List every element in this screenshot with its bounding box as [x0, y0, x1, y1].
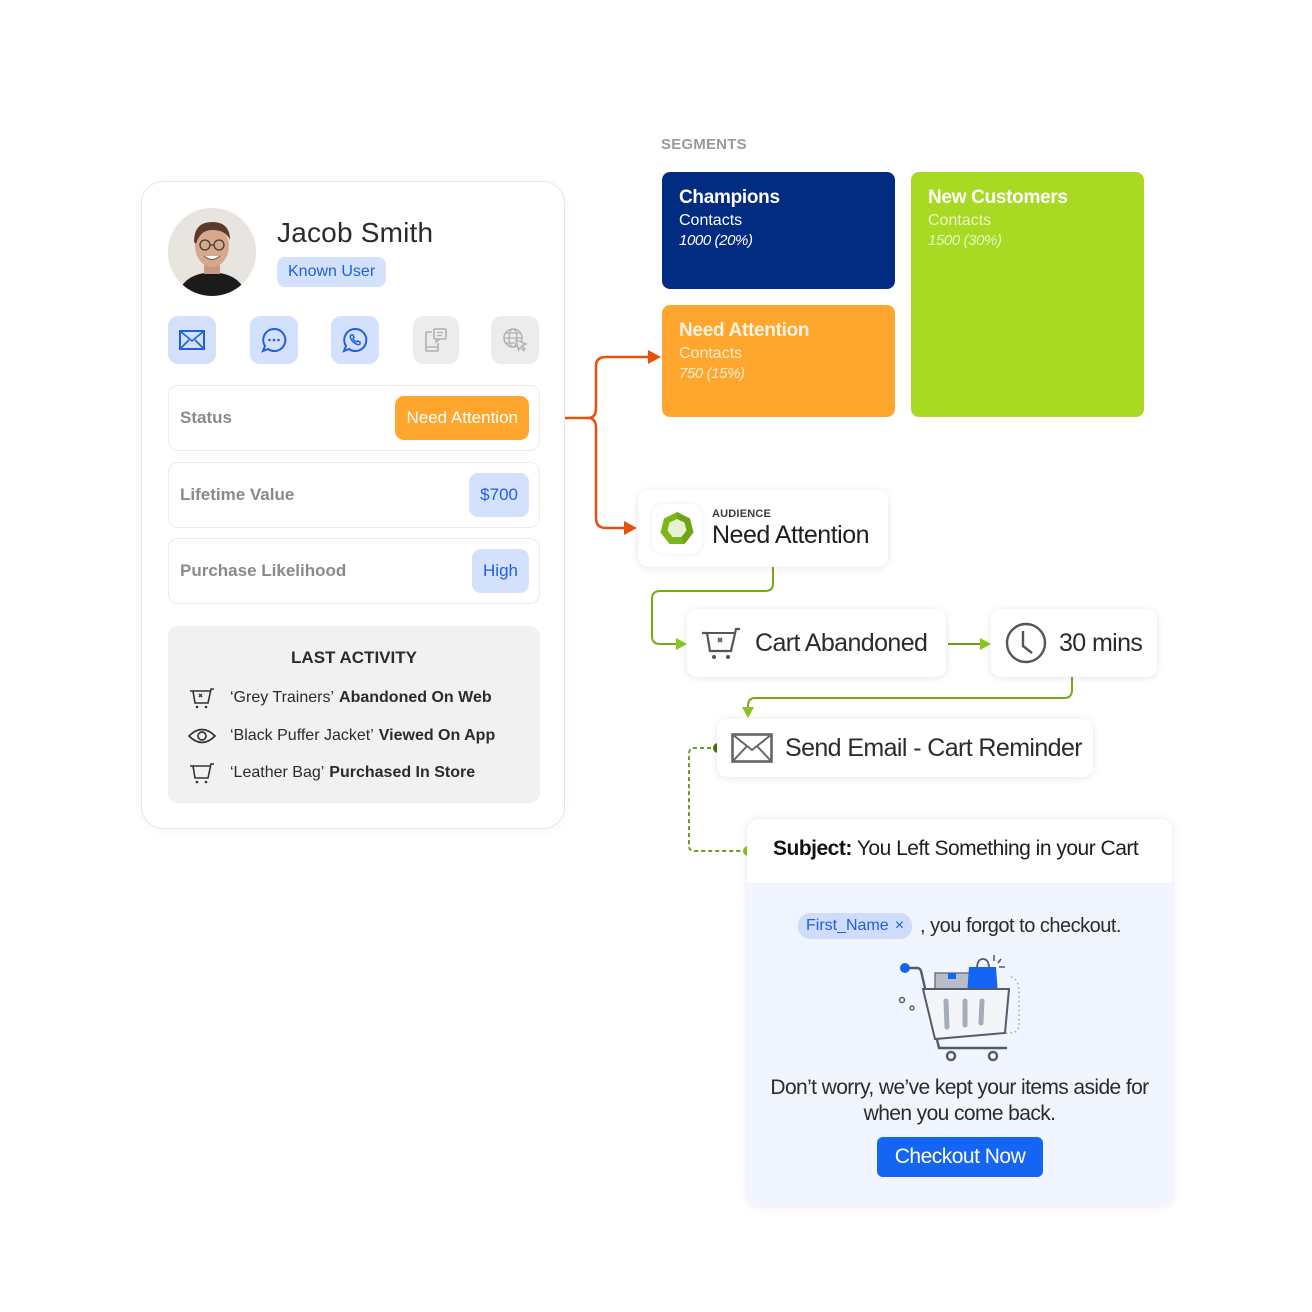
eye-icon — [188, 724, 216, 748]
attribute-label: Purchase Likelihood — [180, 561, 347, 580]
segment-new-customers[interactable]: New Customers Contacts 1500 (30%) — [911, 172, 1144, 417]
segment-count: 1000 (20%) — [679, 232, 753, 249]
subject-text: You Left Something in your Cart — [856, 837, 1139, 860]
attribute-row-lifetime-value: Lifetime Value $700 — [168, 462, 540, 528]
activity-item: ‘Leather Bag’ Purchased In Store — [188, 761, 475, 785]
segment-contacts-label: Contacts — [928, 212, 992, 229]
audience-title: Need Attention — [712, 520, 870, 549]
channel-list — [168, 316, 540, 364]
whatsapp-icon — [342, 327, 368, 353]
channel-app-message-button[interactable] — [413, 316, 459, 364]
chat-bubble-icon — [261, 327, 287, 353]
clock-icon — [1005, 622, 1047, 664]
connector-wait-to-email — [747, 677, 1073, 710]
attribute-label: Status — [180, 408, 232, 427]
segment-contacts-label: Contacts — [679, 212, 743, 229]
contact-profile-card: Jacob Smith Known User Status Need Atten… — [141, 181, 565, 829]
body-line-2: when you come back. — [863, 1102, 1056, 1125]
email-icon — [731, 733, 773, 763]
cart-icon — [188, 761, 216, 785]
segment-name: New Customers — [928, 187, 1068, 208]
shopping-cart-illustration-icon — [895, 953, 1025, 1068]
email-subject-line: Subject: You Left Something in your Cart — [747, 819, 1172, 883]
attribute-row-status: Status Need Attention — [168, 385, 540, 451]
body-line-1: Don’t worry, we’ve kept your items aside… — [770, 1076, 1149, 1099]
purchase-likelihood-badge: High — [472, 549, 529, 593]
flow-node-wait[interactable]: 30 mins — [991, 609, 1157, 677]
lifetime-value-badge: $700 — [469, 473, 529, 517]
activity-item: ‘Grey Trainers’ Abandoned On Web — [188, 686, 492, 710]
segment-count: 750 (15%) — [679, 365, 745, 382]
checkout-now-button[interactable]: Checkout Now — [877, 1137, 1043, 1177]
greeting-text: , you forgot to checkout. — [920, 914, 1121, 937]
audience-heptagon-icon — [652, 503, 702, 554]
send-email-label: Send Email - Cart Reminder — [785, 733, 1083, 762]
flow-node-send-email[interactable]: Send Email - Cart Reminder — [717, 719, 1093, 777]
first-name-token[interactable]: First_Name × — [798, 913, 913, 939]
channel-whatsapp-button[interactable] — [331, 316, 379, 364]
last-activity-title: LAST ACTIVITY — [291, 648, 417, 667]
activity-item-action: Viewed On App — [378, 727, 496, 744]
cart-abandoned-icon — [188, 686, 216, 710]
status-badge[interactable]: Need Attention — [395, 396, 529, 440]
segment-count: 1500 (30%) — [928, 232, 1002, 249]
flow-node-audience[interactable]: AUDIENCE Need Attention — [638, 490, 888, 567]
known-user-badge: Known User — [277, 257, 387, 287]
arrowhead-to-audience — [624, 521, 637, 535]
segment-name: Champions — [679, 187, 780, 208]
email-body-text: Don’t worry, we’ve kept your items aside… — [747, 1075, 1172, 1127]
token-remove-icon[interactable]: × — [895, 917, 904, 934]
connector-status-to-audience — [587, 416, 624, 530]
email-preview-card: Subject: You Left Something in your Cart… — [747, 819, 1172, 1205]
channel-sms-button[interactable] — [250, 316, 298, 364]
cart-abandoned-label: Cart Abandoned — [755, 628, 928, 657]
flow-node-cart-abandoned[interactable]: Cart Abandoned — [687, 609, 946, 677]
subject-label: Subject: — [773, 837, 852, 860]
channel-email-button[interactable] — [168, 316, 216, 364]
activity-item-name: ‘Black Puffer Jacket’ — [230, 727, 374, 744]
contact-name: Jacob Smith — [277, 217, 434, 248]
email-icon — [179, 330, 205, 350]
last-activity-panel: LAST ACTIVITY ‘Grey Trainers’ Abandoned … — [168, 626, 540, 803]
activity-item-action: Abandoned On Web — [339, 689, 492, 706]
segment-contacts-label: Contacts — [679, 345, 743, 362]
arrowhead-to-segment — [648, 350, 661, 364]
channel-web-button[interactable] — [491, 316, 539, 364]
audience-kicker: AUDIENCE — [712, 507, 772, 520]
avatar — [168, 208, 256, 296]
arrowhead-to-email — [742, 707, 754, 718]
segment-need-attention[interactable]: Need Attention Contacts 750 (15%) — [662, 305, 895, 417]
arrowhead-to-cart — [676, 638, 687, 650]
email-greeting: First_Name × , you forgot to checkout. — [747, 913, 1172, 939]
activity-item-action: Purchased In Store — [329, 764, 476, 781]
attribute-row-purchase-likelihood: Purchase Likelihood High — [168, 538, 540, 604]
segment-name: Need Attention — [679, 320, 810, 341]
cart-abandoned-icon — [701, 625, 741, 661]
attribute-label: Lifetime Value — [180, 485, 295, 504]
wait-duration-label: 30 mins — [1059, 628, 1143, 657]
web-globe-cursor-icon — [503, 328, 528, 352]
token-label: First_Name — [806, 917, 889, 934]
activity-item: ‘Black Puffer Jacket’ Viewed On App — [188, 724, 495, 748]
arrowhead-to-wait — [980, 638, 991, 650]
segment-champions[interactable]: Champions Contacts 1000 (20%) — [662, 172, 895, 289]
activity-item-name: ‘Grey Trainers’ — [230, 689, 335, 706]
mobile-message-icon — [425, 328, 447, 352]
segments-heading: SEGMENTS — [661, 136, 747, 153]
avatar-photo-icon — [168, 208, 256, 296]
activity-item-name: ‘Leather Bag’ — [230, 764, 325, 781]
